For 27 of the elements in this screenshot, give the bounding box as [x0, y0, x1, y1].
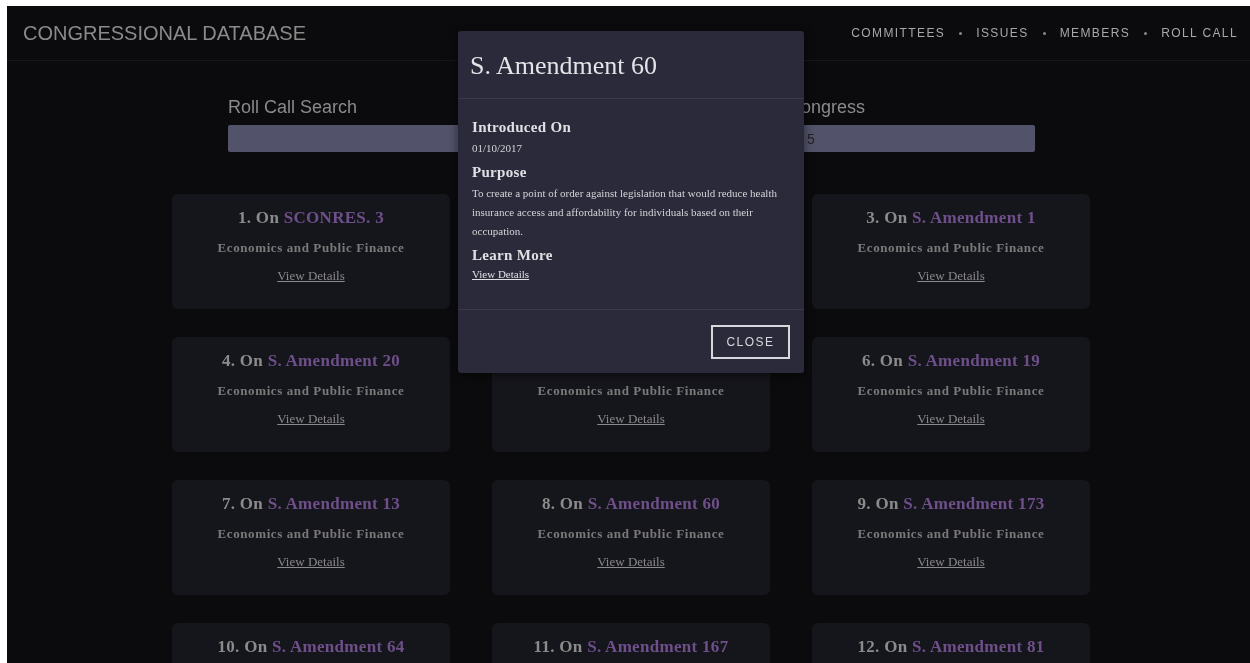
card-category: Economics and Public Finance — [217, 383, 405, 399]
section-text: To create a point of order against legislation that would reduce health insurance access and affordability for individuals based on their occupation. — [472, 186, 778, 239]
card-title: 9. On S. Amendment 173 — [857, 494, 1045, 514]
card-category: Economics and Public Finance — [857, 526, 1045, 542]
section-heading: Learn More — [472, 247, 554, 264]
card-title: 10. On S. Amendment 64 — [217, 637, 405, 657]
section-heading: Purpose — [472, 164, 528, 181]
search-label: ongress — [801, 97, 866, 119]
card-category: Economics and Public Finance — [537, 526, 725, 542]
card-category: Economics and Public Finance — [537, 383, 725, 399]
section-heading: Introduced On — [472, 119, 573, 136]
card-title: 1. On SCONRES. 3 — [237, 208, 385, 228]
card-category: Economics and Public Finance — [857, 383, 1045, 399]
card-title: 3. On S. Amendment 1 — [866, 208, 1036, 228]
site-title: CONGRESSIONAL DATABASE — [23, 21, 307, 45]
card-title: 6. On S. Amendment 19 — [861, 351, 1041, 371]
search-label: Roll Call Search — [228, 97, 358, 119]
card-title: 4. On S. Amendment 20 — [221, 351, 401, 371]
card-category: Economics and Public Finance — [217, 240, 405, 256]
card-title: 12. On S. Amendment 81 — [857, 637, 1045, 657]
section-text: 01/10/2017 — [472, 141, 524, 156]
card-title: 11. On S. Amendment 167 — [533, 637, 729, 657]
dialog-title: S. Amendment 60 — [458, 31, 804, 99]
card-title: 8. On S. Amendment 60 — [541, 494, 721, 514]
card-title: 7. On S. Amendment 13 — [221, 494, 401, 514]
card-category: Economics and Public Finance — [857, 240, 1045, 256]
card-category: Economics and Public Finance — [217, 526, 405, 542]
